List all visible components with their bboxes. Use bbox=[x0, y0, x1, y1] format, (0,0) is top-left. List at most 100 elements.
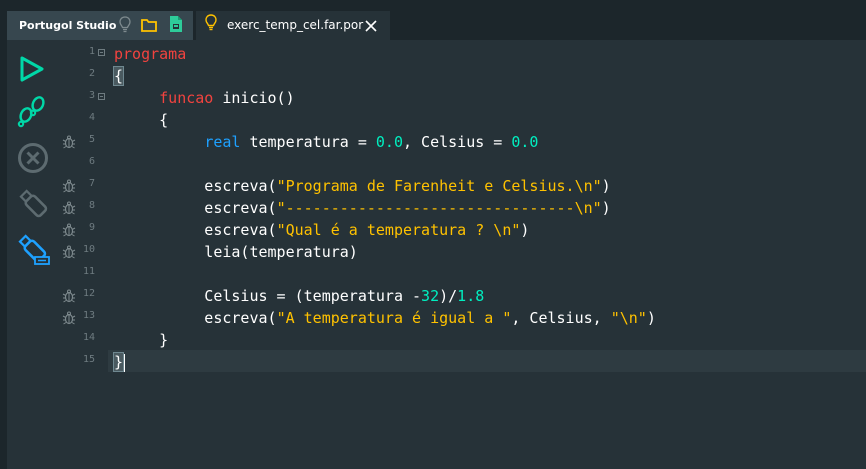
line-number: 7 bbox=[88, 178, 95, 189]
fold-toggle-icon[interactable] bbox=[98, 49, 105, 56]
tab-file[interactable]: exerc_temp_cel.far.por bbox=[196, 11, 390, 40]
line-number: 10 bbox=[82, 244, 95, 255]
code-line: Celsius = (temperatura -32)/1.8 bbox=[108, 284, 866, 306]
breakpoint-bug-icon[interactable] bbox=[62, 200, 76, 219]
close-icon[interactable] bbox=[365, 17, 377, 36]
code-text: ) bbox=[601, 177, 611, 195]
line-number: 8 bbox=[88, 200, 95, 211]
code-text: temperatura = bbox=[240, 133, 376, 151]
lightbulb-icon[interactable] bbox=[119, 16, 131, 38]
number-literal: 1.8 bbox=[457, 287, 485, 305]
code-line: escreva("Programa de Farenheit e Celsius… bbox=[108, 174, 866, 196]
code-editor[interactable]: programa { funcao inicio() { real temper… bbox=[108, 40, 866, 469]
line-number: 2 bbox=[88, 68, 95, 79]
text-cursor bbox=[124, 353, 126, 372]
code-line: escreva("-------------------------------… bbox=[108, 196, 866, 218]
breakpoint-bug-icon[interactable] bbox=[62, 134, 76, 153]
code-text: } bbox=[114, 331, 169, 349]
line-number: 3 bbox=[88, 90, 95, 101]
code-text: ) bbox=[520, 221, 530, 239]
code-text: escreva( bbox=[114, 199, 277, 217]
gutter-line: 8 bbox=[57, 196, 108, 218]
keyword: programa bbox=[114, 45, 187, 63]
code-text: , Celsius, bbox=[511, 309, 611, 327]
gutter-line: 14 bbox=[57, 328, 108, 350]
code-text: ) bbox=[601, 199, 611, 217]
line-number: 4 bbox=[88, 112, 95, 123]
fold-toggle-icon[interactable] bbox=[98, 93, 105, 100]
action-toolbar bbox=[7, 40, 57, 469]
code-line: real temperatura = 0.0, Celsius = 0.0 bbox=[108, 130, 866, 152]
usb-icon[interactable] bbox=[17, 186, 49, 224]
string-literal: "--------------------------------\n" bbox=[276, 199, 602, 217]
gutter-line: 7 bbox=[57, 174, 108, 196]
gutter-line: 2 bbox=[57, 64, 108, 86]
app-title: Portugol Studio bbox=[19, 19, 117, 32]
gutter-line: 15 bbox=[57, 350, 108, 372]
breakpoint-bug-icon[interactable] bbox=[62, 222, 76, 241]
line-number: 1 bbox=[88, 46, 95, 57]
gutter-line: 5 bbox=[57, 130, 108, 152]
line-number: 5 bbox=[88, 134, 95, 145]
lightbulb-icon bbox=[205, 14, 217, 36]
breakpoint-bug-icon[interactable] bbox=[62, 244, 76, 263]
number-literal: 32 bbox=[421, 287, 440, 305]
code-text: escreva( bbox=[114, 221, 277, 239]
gutter-line: 1 bbox=[57, 42, 108, 64]
breakpoint-bug-icon[interactable] bbox=[62, 288, 76, 307]
matched-brace: } bbox=[112, 352, 125, 372]
line-number: 14 bbox=[82, 332, 95, 343]
code-text: inicio() bbox=[213, 89, 295, 107]
code-text: escreva( bbox=[114, 309, 277, 327]
code-line: escreva("A temperatura é igual a ", Cels… bbox=[108, 306, 866, 328]
code-text: ) bbox=[646, 309, 656, 327]
line-number: 6 bbox=[88, 156, 95, 167]
gutter-line: 9 bbox=[57, 218, 108, 240]
folder-icon[interactable] bbox=[141, 17, 157, 36]
code-text: , Celsius = bbox=[403, 133, 512, 151]
number-literal: 0.0 bbox=[375, 133, 403, 151]
string-literal: "A temperatura é igual a " bbox=[276, 309, 512, 327]
code-line: { bbox=[108, 64, 866, 86]
line-number: 13 bbox=[82, 310, 95, 321]
type-keyword: real bbox=[204, 133, 241, 151]
line-gutter: 1 2 3 4 5 6 7 8 9 10 11 12 13 14 15 bbox=[57, 40, 109, 469]
current-code-line: } bbox=[108, 350, 866, 372]
breakpoint-bug-icon[interactable] bbox=[62, 310, 76, 329]
save-file-icon[interactable] bbox=[169, 15, 184, 37]
line-number: 12 bbox=[82, 288, 95, 299]
app-tab[interactable]: Portugol Studio bbox=[7, 11, 193, 40]
code-line: programa bbox=[108, 42, 866, 64]
gutter-line: 12 bbox=[57, 284, 108, 306]
code-text: )/ bbox=[439, 287, 458, 305]
footsteps-icon[interactable] bbox=[17, 95, 49, 133]
matched-brace: { bbox=[112, 66, 125, 86]
code-line: { bbox=[108, 108, 866, 130]
code-text: Celsius = (temperatura - bbox=[114, 287, 422, 305]
play-icon[interactable] bbox=[17, 55, 47, 87]
line-number: 11 bbox=[82, 266, 95, 277]
code-line: escreva("Qual é a temperatura ? \n") bbox=[108, 218, 866, 240]
tab-bar: Portugol Studio exerc_temp_cel.far.por bbox=[0, 0, 866, 40]
keyword: funcao bbox=[159, 89, 214, 107]
stop-icon[interactable] bbox=[17, 142, 49, 178]
string-literal: "Qual é a temperatura ? \n" bbox=[276, 221, 521, 239]
breakpoint-bug-icon[interactable] bbox=[62, 178, 76, 197]
line-number: 15 bbox=[82, 354, 95, 365]
string-literal: "Programa de Farenheit e Celsius.\n" bbox=[276, 177, 602, 195]
gutter-line: 10 bbox=[57, 240, 108, 262]
code-text: { bbox=[114, 111, 169, 129]
code-text: escreva( bbox=[114, 177, 277, 195]
code-line: funcao inicio() bbox=[108, 86, 866, 108]
usb-device-icon[interactable] bbox=[17, 233, 51, 271]
code-line: leia(temperatura) bbox=[108, 240, 866, 262]
window-edge bbox=[0, 40, 7, 469]
line-number: 9 bbox=[88, 222, 95, 233]
code-text: leia(temperatura) bbox=[114, 243, 358, 261]
gutter-line: 3 bbox=[57, 86, 108, 108]
gutter-line: 6 bbox=[57, 152, 108, 174]
